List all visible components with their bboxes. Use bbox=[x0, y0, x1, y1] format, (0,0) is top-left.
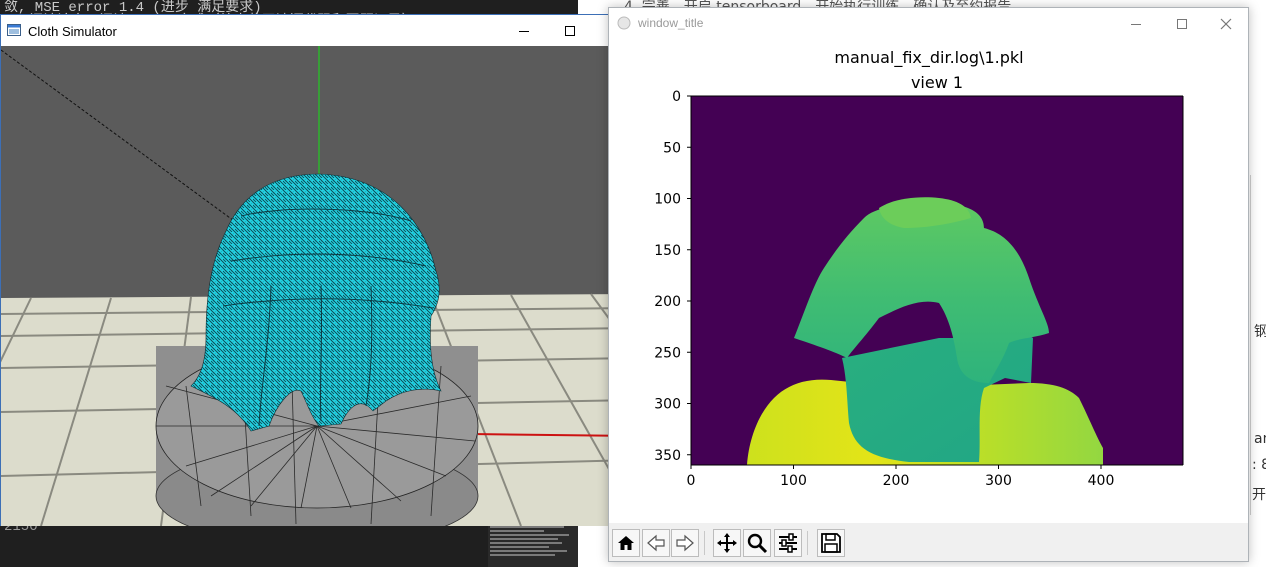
doc-fragment: 钢和 bbox=[1254, 324, 1266, 340]
maximize-button[interactable] bbox=[1159, 8, 1205, 39]
forward-icon bbox=[676, 534, 694, 552]
x-tick-label: 300 bbox=[985, 473, 1012, 489]
home-icon bbox=[618, 536, 634, 550]
configure-subplots-button[interactable] bbox=[774, 529, 802, 557]
app-window-icon bbox=[7, 24, 21, 36]
minimize-button[interactable] bbox=[501, 15, 547, 46]
chart-title: manual_fix_dir.log\1.pkl bbox=[834, 48, 1023, 68]
minimize-button[interactable] bbox=[1113, 8, 1159, 39]
maximize-icon bbox=[1177, 18, 1187, 29]
zoom-button[interactable] bbox=[743, 529, 771, 557]
x-tick-label: 400 bbox=[1088, 473, 1115, 489]
doc-fragment: 开騰 bbox=[1252, 487, 1266, 503]
chart-subtitle: view 1 bbox=[911, 73, 963, 92]
depth-heatmap-chart: manual_fix_dir.log\1.pkl view 1 0 100 200 3… bbox=[654, 48, 1184, 489]
y-tick-label: 50 bbox=[663, 140, 681, 156]
plot-window[interactable]: window_title manual_fix_dir.log\1.pkl vi… bbox=[608, 7, 1249, 562]
configure-subplots-icon bbox=[779, 533, 797, 553]
y-tick-label: 0 bbox=[672, 89, 681, 105]
y-tick-label: 200 bbox=[654, 294, 681, 310]
window-title: Cloth Simulator bbox=[28, 24, 117, 39]
y-tick-label: 300 bbox=[654, 397, 681, 413]
window-title: window_title bbox=[638, 16, 704, 30]
cloth-simulator-window[interactable]: Cloth Simulator bbox=[0, 14, 638, 526]
x-tick-label: 100 bbox=[780, 473, 807, 489]
x-axis-ticks: 0 100 200 300 400 bbox=[687, 465, 1115, 489]
forward-button[interactable] bbox=[671, 529, 699, 557]
back-button[interactable] bbox=[642, 529, 670, 557]
x-tick-label: 0 bbox=[687, 473, 696, 489]
navigation-toolbar bbox=[609, 523, 1248, 561]
maximize-icon bbox=[565, 25, 575, 36]
doc-fragment: : 8( bbox=[1252, 457, 1266, 473]
pan-button[interactable] bbox=[713, 529, 741, 557]
doc-divider bbox=[1250, 175, 1251, 515]
minimize-icon bbox=[1131, 23, 1141, 25]
toolbar-separator bbox=[704, 531, 705, 555]
x-tick-label: 200 bbox=[883, 473, 910, 489]
save-icon bbox=[821, 533, 841, 553]
save-button[interactable] bbox=[817, 529, 845, 557]
doc-fragment: an bbox=[1254, 431, 1266, 447]
cloth-3d-viewport[interactable] bbox=[1, 46, 637, 526]
back-icon bbox=[647, 534, 665, 552]
cloth-scene bbox=[1, 46, 637, 526]
window-titlebar[interactable]: Cloth Simulator bbox=[1, 15, 637, 46]
y-tick-label: 100 bbox=[654, 192, 681, 208]
plot-window-icon bbox=[617, 16, 631, 30]
home-button[interactable] bbox=[612, 529, 640, 557]
zoom-icon bbox=[747, 533, 768, 554]
y-tick-label: 350 bbox=[654, 448, 681, 464]
close-icon bbox=[1220, 18, 1232, 29]
y-tick-label: 150 bbox=[654, 243, 681, 259]
plot-area bbox=[691, 96, 1183, 465]
y-axis-ticks: 0 50 100 150 200 250 300 350 bbox=[654, 89, 691, 464]
maximize-button[interactable] bbox=[547, 15, 593, 46]
terminal-log-stream bbox=[488, 520, 578, 567]
toolbar-separator bbox=[807, 531, 808, 555]
y-tick-label: 250 bbox=[654, 345, 681, 361]
pan-icon bbox=[717, 533, 737, 553]
close-button[interactable] bbox=[1203, 8, 1249, 39]
figure-canvas[interactable]: manual_fix_dir.log\1.pkl view 1 0 100 200 3… bbox=[609, 38, 1248, 523]
minimize-icon bbox=[519, 30, 529, 32]
